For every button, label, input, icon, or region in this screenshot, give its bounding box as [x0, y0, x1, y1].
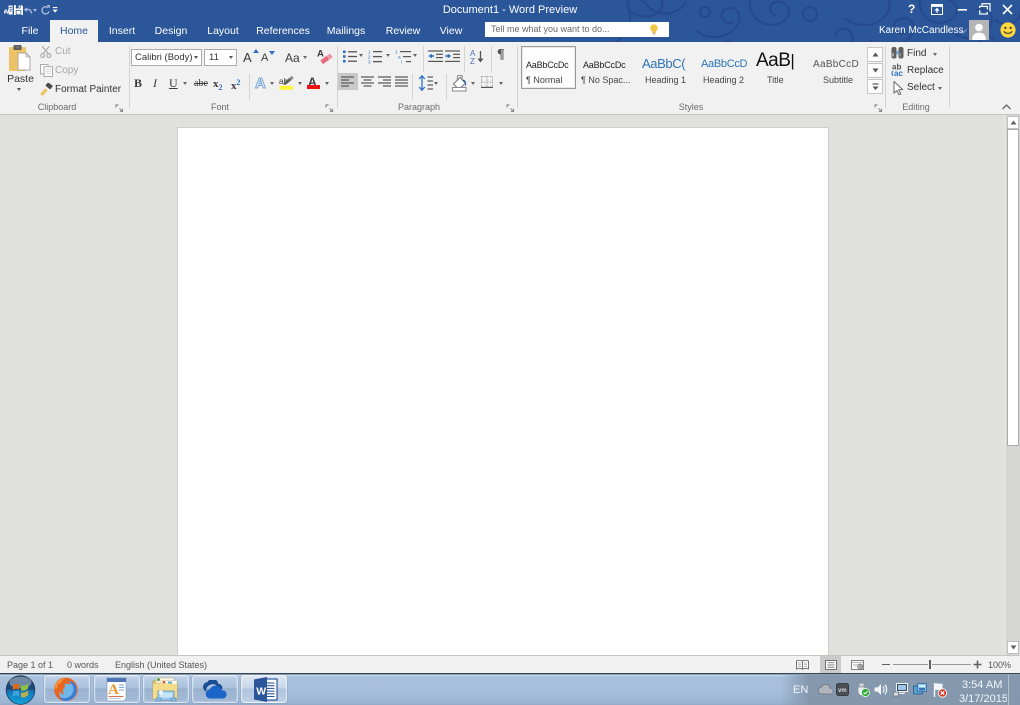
svg-text:vm: vm — [838, 688, 847, 694]
svg-text:3: 3 — [368, 60, 371, 65]
svg-text:W: W — [256, 686, 266, 698]
svg-text:A: A — [108, 682, 119, 698]
svg-text:Z: Z — [470, 57, 475, 64]
svg-text:A: A — [255, 75, 266, 90]
svg-text:A: A — [317, 49, 324, 60]
svg-text:i: i — [401, 60, 402, 65]
svg-text:ac: ac — [894, 69, 903, 76]
